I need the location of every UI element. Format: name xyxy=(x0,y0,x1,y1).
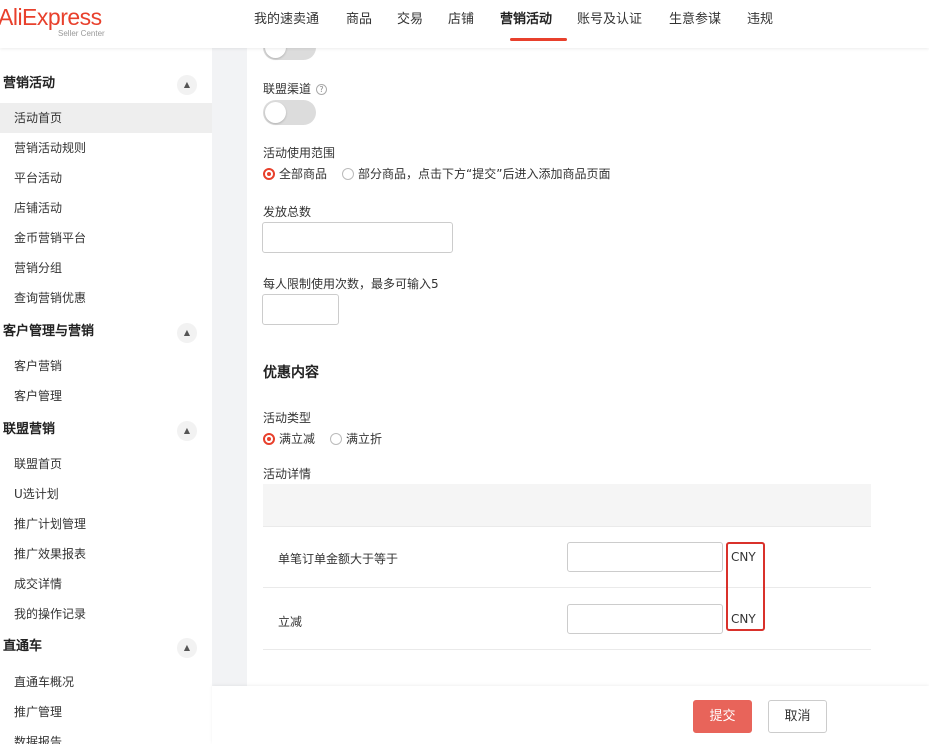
activity-type-label: 活动类型 xyxy=(263,411,312,425)
activity-type-radio-group: 满立减 满立折 xyxy=(263,430,397,447)
chevron-up-icon[interactable]: ▲ xyxy=(177,323,197,343)
sidebar-item-operation-log[interactable]: 我的操作记录 xyxy=(0,599,212,629)
submit-button[interactable]: 提交 xyxy=(693,700,752,733)
order-amount-label: 单笔订单金额大于等于 xyxy=(278,552,399,566)
reduction-label: 立减 xyxy=(278,615,303,629)
sidebar-item-marketing-groups[interactable]: 营销分组 xyxy=(0,253,212,283)
order-amount-input[interactable] xyxy=(567,542,723,572)
sidebar-group-title: 客户管理与营销 xyxy=(3,324,95,339)
nav-business-advisor[interactable]: 生意参谋 xyxy=(669,0,747,48)
scope-radio-group: 全部商品 部分商品，点击下方“提交”后进入添加商品页面 xyxy=(263,165,625,182)
type-option-full-reduction[interactable]: 满立减 xyxy=(279,430,315,447)
discount-section-title: 优惠内容 xyxy=(263,365,319,381)
sidebar-item-direct-train-overview[interactable]: 直通车概况 xyxy=(0,667,212,697)
sidebar-item-promo-plans[interactable]: 推广计划管理 xyxy=(0,509,212,539)
row-divider xyxy=(263,587,871,588)
total-quantity-label: 发放总数 xyxy=(263,205,312,219)
sidebar-item-promo-management[interactable]: 推广管理 xyxy=(0,697,212,727)
sidebar-group-direct-train[interactable]: 直通车 ▲ xyxy=(0,632,212,662)
reduction-input[interactable] xyxy=(567,604,723,634)
details-table-header xyxy=(263,484,871,526)
sidebar-group-marketing[interactable]: 营销活动 ▲ xyxy=(0,69,212,99)
sidebar-item-u-select[interactable]: U选计划 xyxy=(0,479,212,509)
chevron-up-icon[interactable]: ▲ xyxy=(177,75,197,95)
per-user-limit-input[interactable] xyxy=(262,294,339,325)
sidebar-item-promo-report[interactable]: 推广效果报表 xyxy=(0,539,212,569)
sidebar-item-customer-management[interactable]: 客户管理 xyxy=(0,381,212,411)
scope-option-all[interactable]: 全部商品 xyxy=(279,165,327,182)
total-quantity-input[interactable] xyxy=(262,222,453,253)
cancel-button[interactable]: 取消 xyxy=(768,700,827,733)
help-icon[interactable]: ? xyxy=(316,84,328,95)
row-divider xyxy=(263,526,871,527)
sidebar-item-deal-details[interactable]: 成交详情 xyxy=(0,569,212,599)
alliance-channel-label: 联盟渠道 xyxy=(263,82,312,96)
type-radio-full-reduction[interactable] xyxy=(263,432,275,445)
nav-store[interactable]: 店铺 xyxy=(448,0,500,48)
sidebar-item-store-activity[interactable]: 店铺活动 xyxy=(0,193,212,223)
sidebar-item-coin-platform[interactable]: 金币营销平台 xyxy=(0,223,212,253)
nav-marketing[interactable]: 营销活动 xyxy=(500,0,577,48)
scope-radio-all[interactable] xyxy=(263,167,275,180)
nav-violations[interactable]: 违规 xyxy=(747,0,787,48)
chevron-up-icon[interactable]: ▲ xyxy=(177,638,197,658)
sidebar-item-data-report[interactable]: 数据报告 xyxy=(0,727,212,744)
alliance-channel-field: 联盟渠道? xyxy=(263,80,328,97)
currency-highlight-box xyxy=(726,542,765,631)
scope-radio-partial[interactable] xyxy=(342,167,355,180)
top-header: AliExpress Seller Center 我的速卖通 商品 交易 店铺 … xyxy=(0,0,929,48)
nav-products[interactable]: 商品 xyxy=(346,0,397,48)
logo-text: AliExpress xyxy=(0,4,102,30)
nav-account[interactable]: 账号及认证 xyxy=(577,0,669,48)
sidebar: 营销活动 ▲ 活动首页 营销活动规则 平台活动 店铺活动 金币营销平台 营销分组… xyxy=(0,48,212,744)
sidebar-item-affiliate-home[interactable]: 联盟首页 xyxy=(0,449,212,479)
sidebar-item-customer-marketing[interactable]: 客户营销 xyxy=(0,351,212,381)
nav-orders[interactable]: 交易 xyxy=(397,0,448,48)
type-option-full-discount[interactable]: 满立折 xyxy=(346,430,382,447)
aliexpress-logo[interactable]: AliExpress Seller Center xyxy=(0,4,118,38)
top-nav: 我的速卖通 商品 交易 店铺 营销活动 账号及认证 生意参谋 违规 xyxy=(254,0,787,48)
sidebar-group-title: 直通车 xyxy=(3,639,43,654)
chevron-up-icon[interactable]: ▲ xyxy=(177,421,197,441)
sidebar-item-activity-home[interactable]: 活动首页 xyxy=(0,103,212,133)
nav-my-aliexpress[interactable]: 我的速卖通 xyxy=(254,0,346,48)
scope-option-partial[interactable]: 部分商品，点击下方“提交”后进入添加商品页面 xyxy=(358,165,610,182)
sidebar-group-affiliate[interactable]: 联盟营销 ▲ xyxy=(0,415,212,445)
per-user-limit-label: 每人限制使用次数，最多可输入5 xyxy=(263,277,439,291)
sidebar-item-platform-activity[interactable]: 平台活动 xyxy=(0,163,212,193)
type-radio-full-discount[interactable] xyxy=(330,432,343,445)
sidebar-group-title: 营销活动 xyxy=(3,76,56,91)
sidebar-group-title: 联盟营销 xyxy=(3,422,56,437)
alliance-channel-toggle[interactable] xyxy=(263,100,316,125)
action-bar: 提交 取消 xyxy=(212,686,929,744)
sidebar-item-marketing-rules[interactable]: 营销活动规则 xyxy=(0,133,212,163)
sidebar-group-customers[interactable]: 客户管理与营销 ▲ xyxy=(0,317,212,347)
main-form: 联盟渠道? 活动使用范围 全部商品 部分商品，点击下方“提交”后进入添加商品页面… xyxy=(247,35,929,744)
row-divider xyxy=(263,649,871,650)
logo-subtitle: Seller Center xyxy=(58,29,105,38)
activity-details-label: 活动详情 xyxy=(263,467,312,481)
content-gutter xyxy=(212,48,247,744)
scope-label: 活动使用范围 xyxy=(263,146,336,160)
sidebar-item-query-discounts[interactable]: 查询营销优惠 xyxy=(0,283,212,313)
